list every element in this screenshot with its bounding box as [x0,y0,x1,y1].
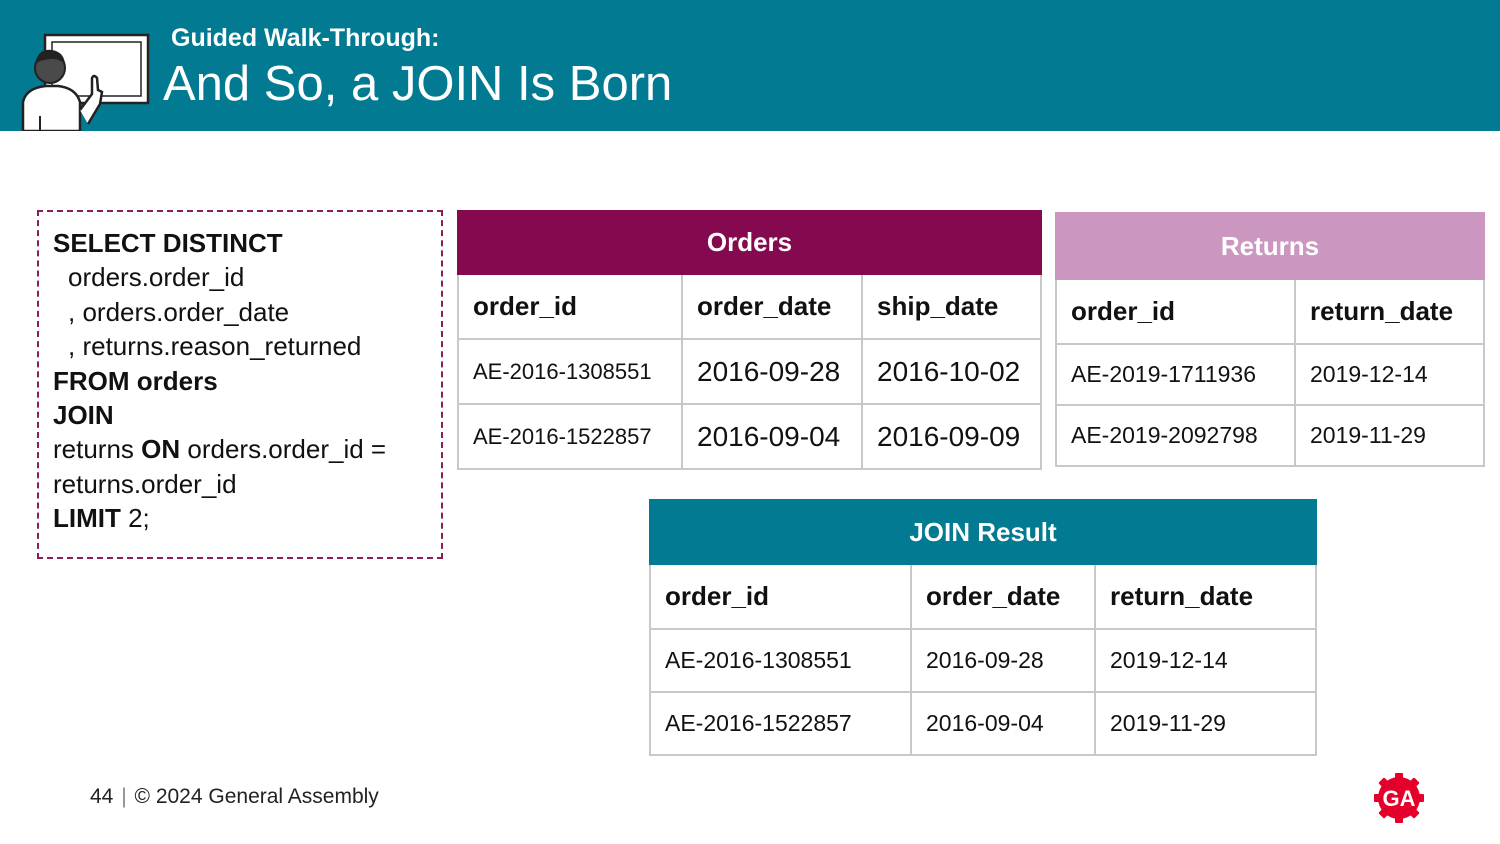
query-line: JOIN [53,398,427,432]
table-cell: AE-2016-1522857 [649,691,912,756]
query-line: returns ON orders.order_id = [53,432,427,466]
slide-title: And So, a JOIN Is Born [163,57,673,111]
table-cell: 2016-09-28 [910,628,1096,693]
table-row: AE-2016-1308551 2016-09-28 2016-10-02 [457,338,1042,405]
slide-kicker: Guided Walk-Through: [171,24,440,52]
sql-keyword: JOIN [53,400,114,431]
sql-keyword: LIMIT [53,503,121,534]
returns-table-caption: Returns [1055,212,1485,280]
table-row: AE-2016-1308551 2016-09-28 2019-12-14 [649,628,1317,693]
join-table-caption: JOIN Result [649,499,1317,565]
copyright-text: © 2024 General Assembly [134,785,379,808]
query-text: 2; [120,503,150,534]
returns-table: Returns order_id return_date AE-2019-171… [1055,212,1485,467]
presenter-icon [18,30,158,133]
query-line: LIMIT 2; [53,501,427,535]
column-header: ship_date [861,273,1042,340]
column-header: order_id [457,273,683,340]
column-header: return_date [1294,278,1485,345]
query-line: FROM orders [53,364,427,398]
query-line: , returns.reason_returned [68,331,362,362]
ga-logo-icon: GA [1373,772,1425,824]
table-cell: AE-2019-2092798 [1055,404,1296,467]
slide-header: Guided Walk-Through: And So, a JOIN Is B… [0,0,1500,133]
slide-footer: 44 | © 2024 General Assembly [90,785,379,809]
table-cell: AE-2016-1308551 [457,338,683,405]
query-line: orders.order_id [68,262,245,293]
column-header: order_id [649,563,912,630]
table-cell: 2019-11-29 [1094,691,1317,756]
query-text: returns [53,434,142,465]
page-number: 44 [90,785,114,808]
column-header: order_date [910,563,1096,630]
table-cell: 2016-09-04 [910,691,1096,756]
sql-keyword: ON [141,434,181,465]
query-line: , orders.order_date [68,296,290,327]
table-row: AE-2016-1522857 2016-09-04 2019-11-29 [649,691,1317,756]
column-header: order_id [1055,278,1296,345]
footer-separator: | [121,785,127,808]
table-cell: 2016-10-02 [861,338,1042,405]
table-row: AE-2016-1522857 2016-09-04 2016-09-09 [457,403,1042,470]
table-cell: 2019-11-29 [1294,404,1485,467]
table-cell: AE-2016-1522857 [457,403,683,470]
sql-query-box: SELECT DISTINCT orders.order_id , orders… [37,210,443,559]
table-row: AE-2019-2092798 2019-11-29 [1055,404,1485,467]
join-result-table: JOIN Result order_id order_date return_d… [649,499,1317,756]
table-cell: 2016-09-09 [861,403,1042,470]
table-cell: AE-2016-1308551 [649,628,912,693]
table-cell: 2016-09-04 [681,403,863,470]
column-header: order_date [681,273,863,340]
sql-keyword: SELECT DISTINCT [53,228,283,258]
orders-table-caption: Orders [457,210,1042,275]
column-header: return_date [1094,563,1317,630]
orders-table: Orders order_id order_date ship_date AE-… [457,210,1042,470]
table-cell: AE-2019-1711936 [1055,343,1296,406]
query-line: returns.order_id [53,468,237,499]
table-cell: 2019-12-14 [1094,628,1317,693]
query-line: SELECT DISTINCT [53,226,427,260]
query-text: orders.order_id = [180,434,387,465]
logo-text: GA [1383,786,1416,811]
table-cell: 2016-09-28 [681,338,863,405]
sql-keyword: FROM orders [53,365,218,396]
table-row: AE-2019-1711936 2019-12-14 [1055,343,1485,406]
table-cell: 2019-12-14 [1294,343,1485,406]
